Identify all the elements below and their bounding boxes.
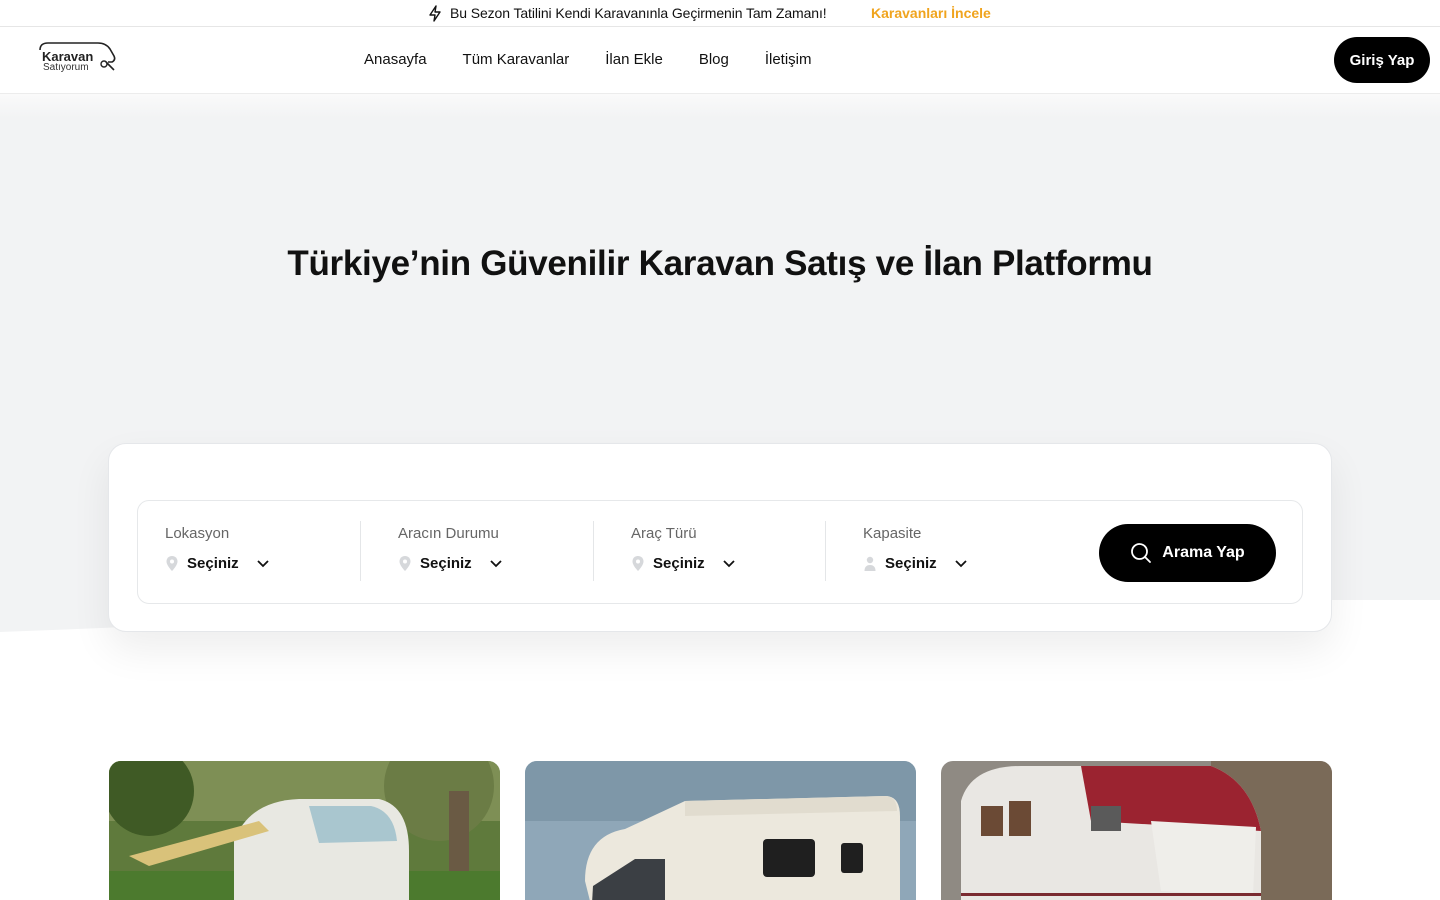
announcement-link[interactable]: Karavanları İncele bbox=[871, 5, 991, 21]
vehicle-type-field[interactable]: Araç Türü Seçiniz bbox=[631, 521, 821, 581]
hero-title: Türkiye’nin Güvenilir Karavan Satış ve İ… bbox=[287, 244, 1153, 283]
nav-item-iletisim[interactable]: İletişim bbox=[765, 51, 812, 68]
main-nav: Anasayfa Tüm Karavanlar İlan Ekle Blog İ… bbox=[364, 51, 848, 68]
location-value: Seçiniz bbox=[187, 555, 239, 572]
user-icon bbox=[864, 556, 876, 571]
location-select[interactable]: Seçiniz bbox=[165, 555, 270, 572]
logo-text-line2: Satıyorum bbox=[43, 62, 89, 73]
location-pin-icon bbox=[399, 556, 411, 571]
location-field[interactable]: Lokasyon Seçiniz bbox=[165, 521, 355, 581]
search-button-label: Arama Yap bbox=[1162, 544, 1245, 561]
caravan-forest-photo bbox=[109, 761, 500, 900]
login-button[interactable]: Giriş Yap bbox=[1334, 37, 1430, 83]
chevron-down-icon bbox=[955, 559, 967, 567]
search-button[interactable]: Arama Yap bbox=[1099, 524, 1276, 582]
search-form: Lokasyon Seçiniz Aracın Durumu Seçiniz A… bbox=[137, 500, 1303, 604]
capacity-select[interactable]: Seçiniz bbox=[863, 555, 968, 572]
nav-item-tum-karavanlar[interactable]: Tüm Karavanlar bbox=[463, 51, 570, 68]
vintage-caravan-red-photo bbox=[941, 761, 1332, 900]
location-pin-icon bbox=[632, 556, 644, 571]
search-card: Lokasyon Seçiniz Aracın Durumu Seçiniz A… bbox=[108, 443, 1332, 632]
hero-top-fade bbox=[0, 94, 1440, 118]
nav-item-ilan-ekle[interactable]: İlan Ekle bbox=[605, 51, 663, 68]
field-divider bbox=[825, 521, 826, 581]
listing-card[interactable] bbox=[109, 761, 500, 900]
vehicle-condition-value: Seçiniz bbox=[420, 555, 472, 572]
vehicle-condition-field[interactable]: Aracın Durumu Seçiniz bbox=[398, 521, 588, 581]
search-icon bbox=[1131, 543, 1152, 563]
listing-card[interactable] bbox=[525, 761, 916, 900]
capacity-field[interactable]: Kapasite Seçiniz bbox=[863, 521, 1053, 581]
vehicle-condition-select[interactable]: Seçiniz bbox=[398, 555, 503, 572]
bolt-icon bbox=[429, 5, 441, 22]
nav-item-anasayfa[interactable]: Anasayfa bbox=[364, 51, 427, 68]
chevron-down-icon bbox=[723, 559, 735, 567]
chevron-down-icon bbox=[490, 559, 502, 567]
listing-card[interactable] bbox=[941, 761, 1332, 900]
nav-item-blog[interactable]: Blog bbox=[699, 51, 729, 68]
field-divider bbox=[593, 521, 594, 581]
chevron-down-icon bbox=[257, 559, 269, 567]
capacity-value: Seçiniz bbox=[885, 555, 937, 572]
site-header: Karavan Satıyorum Anasayfa Tüm Karavanla… bbox=[0, 27, 1440, 94]
announcement-bar: Bu Sezon Tatilini Kendi Karavanınla Geçi… bbox=[0, 0, 1440, 27]
location-label: Lokasyon bbox=[165, 525, 230, 542]
location-pin-icon bbox=[166, 556, 178, 571]
vehicle-type-select[interactable]: Seçiniz bbox=[631, 555, 736, 572]
field-divider bbox=[360, 521, 361, 581]
vehicle-condition-label: Aracın Durumu bbox=[398, 525, 499, 542]
site-logo[interactable]: Karavan Satıyorum bbox=[36, 40, 120, 78]
announcement-message: Bu Sezon Tatilini Kendi Karavanınla Geçi… bbox=[450, 5, 827, 21]
vehicle-type-label: Araç Türü bbox=[631, 525, 697, 542]
vehicle-type-value: Seçiniz bbox=[653, 555, 705, 572]
capacity-label: Kapasite bbox=[863, 525, 922, 542]
motorhome-sky-photo bbox=[525, 761, 916, 900]
